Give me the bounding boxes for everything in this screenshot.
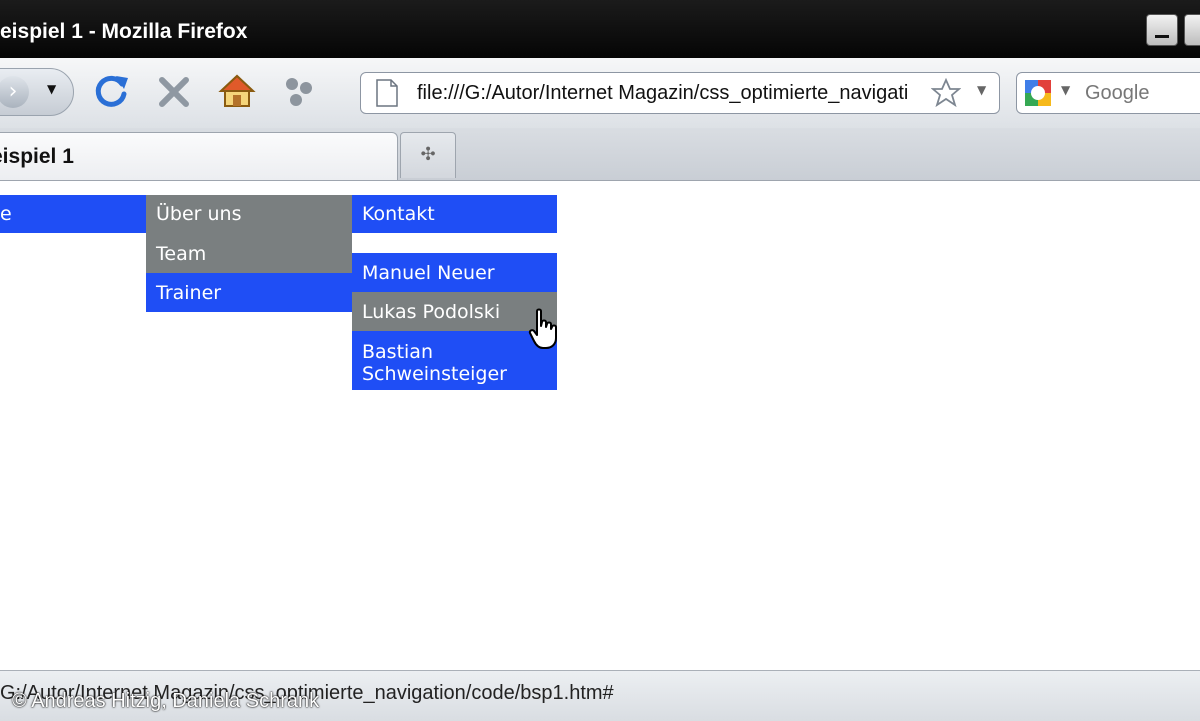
search-bar[interactable]: ▼ Google [1016,72,1200,114]
submenu-item-manuel-neuer[interactable]: Manuel Neuer [352,253,557,292]
menu-item-team[interactable]: Team [146,234,352,273]
history-dropdown-icon[interactable]: ▼ [47,82,56,96]
url-bar[interactable]: file:///G:/Autor/Internet Magazin/css_op… [360,72,1000,114]
bookmark-star-icon[interactable] [931,78,961,108]
tab-strip: eispiel 1 ✣ [0,128,1200,181]
menu-item-home[interactable]: e [0,195,146,233]
page-icon [376,79,398,107]
submenu-item-bastian-schweinsteiger[interactable]: Bastian Schweinsteiger [352,331,557,390]
image-credit: © Andreas Hitzig, Daniela Schrank [12,690,320,712]
minimize-button[interactable] [1146,14,1178,46]
hand-cursor-icon [528,308,557,349]
tab-beispiel-1[interactable]: eispiel 1 [0,132,398,180]
submenu-item-lukas-podolski[interactable]: Lukas Podolski [352,292,557,331]
stop-icon[interactable] [156,74,192,110]
window-title: eispiel 1 - Mozilla Firefox [0,20,248,43]
reload-icon[interactable] [92,72,130,110]
maximize-button[interactable] [1184,14,1200,46]
search-input[interactable]: Google [1085,82,1150,105]
new-tab-button[interactable]: ✣ [400,132,456,178]
forward-arrow-icon: › [0,76,29,108]
menu-item-trainer[interactable]: Trainer [146,273,352,312]
forward-button[interactable]: › ▼ [0,68,74,116]
menu-item-about[interactable]: Über uns [146,195,352,234]
google-icon[interactable] [1023,78,1053,108]
menu-item-contact[interactable]: Kontakt [352,195,557,233]
title-bar: eispiel 1 - Mozilla Firefox [0,0,1200,58]
search-engine-dropdown-icon[interactable]: ▼ [1061,83,1070,97]
home-icon[interactable] [218,72,256,110]
tab-label: eispiel 1 [0,145,74,168]
plus-icon: ✣ [420,144,436,165]
url-input[interactable]: file:///G:/Autor/Internet Magazin/css_op… [417,82,927,105]
share-icon[interactable] [282,74,316,108]
url-dropdown-icon[interactable]: ▼ [977,83,986,97]
